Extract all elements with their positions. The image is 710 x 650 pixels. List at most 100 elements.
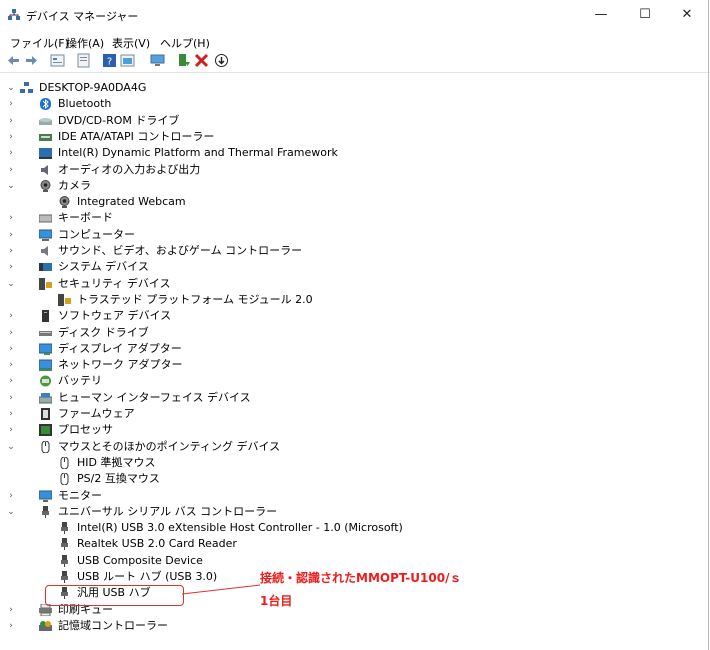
chevron-right-icon[interactable]: › bbox=[6, 145, 16, 161]
usb-icon bbox=[61, 571, 68, 583]
tree-item-label: Intel(R) USB 3.0 eXtensible Host Control… bbox=[77, 521, 403, 535]
chevron-right-icon[interactable]: › bbox=[6, 341, 16, 357]
forward-icon[interactable] bbox=[24, 53, 39, 68]
chevron-right-icon[interactable]: › bbox=[6, 602, 16, 618]
chevron-right-icon[interactable]: › bbox=[6, 325, 16, 341]
usb-icon bbox=[61, 554, 68, 567]
processor-icon bbox=[39, 424, 52, 437]
tree-item-label: PS/2 互換マウス bbox=[77, 472, 160, 486]
view-icon[interactable] bbox=[120, 53, 135, 68]
tree-item-label: DVD/CD-ROM ドライブ bbox=[58, 113, 180, 127]
mouse-icon bbox=[60, 473, 69, 486]
tree-item-label: プロセッサ bbox=[58, 423, 113, 437]
sound-icon bbox=[41, 246, 48, 256]
tree-item-label: Intel(R) Dynamic Platform and Thermal Fr… bbox=[58, 146, 338, 160]
chevron-right-icon[interactable]: › bbox=[6, 210, 16, 226]
chevron-down-icon[interactable]: ⌄ bbox=[6, 504, 16, 520]
tree-item-label: USB ルート ハブ (USB 3.0) bbox=[77, 570, 218, 583]
tree-item-label: ファームウェア bbox=[58, 407, 135, 420]
toolbar: ? bbox=[0, 50, 710, 73]
chevron-right-icon[interactable]: › bbox=[6, 390, 16, 406]
uninstall-icon[interactable] bbox=[194, 53, 209, 68]
tree-item-label: セキュリティ デバイス bbox=[58, 276, 171, 290]
chevron-right-icon[interactable]: › bbox=[6, 243, 16, 259]
tree-item-label: USB Composite Device bbox=[77, 553, 203, 567]
window-title: デバイス マネージャー bbox=[26, 10, 139, 23]
chevron-right-icon[interactable]: › bbox=[6, 422, 16, 438]
chevron-right-icon[interactable]: › bbox=[6, 129, 16, 145]
enable-device-icon[interactable] bbox=[176, 53, 191, 68]
chevron-right-icon[interactable]: › bbox=[6, 373, 16, 389]
minimize-button[interactable]: — bbox=[587, 6, 615, 24]
menu-view[interactable]: 表示(V) bbox=[112, 35, 150, 51]
chevron-right-icon[interactable]: › bbox=[6, 488, 16, 504]
battery-icon bbox=[40, 375, 51, 387]
tree-item-label: Integrated Webcam bbox=[77, 195, 186, 209]
network-adapter-icon bbox=[39, 359, 52, 372]
menu-action[interactable]: 操作(A) bbox=[66, 35, 104, 51]
monitor-scan-icon[interactable] bbox=[150, 53, 165, 68]
chevron-right-icon[interactable]: › bbox=[6, 96, 16, 112]
tpm-icon bbox=[58, 293, 71, 306]
tree-item-label: ディスク ドライブ bbox=[58, 325, 149, 339]
chevron-down-icon[interactable]: ⌄ bbox=[6, 178, 16, 194]
download-icon[interactable] bbox=[214, 53, 229, 68]
device-manager-icon bbox=[8, 9, 20, 20]
tree-item-label: システム デバイス bbox=[58, 260, 149, 274]
chevron-right-icon[interactable]: › bbox=[6, 357, 16, 373]
keyboard-icon bbox=[39, 214, 52, 223]
mouse-icon bbox=[41, 440, 50, 453]
chevron-right-icon[interactable]: › bbox=[6, 227, 16, 243]
tree-item-label: Realtek USB 2.0 Card Reader bbox=[77, 537, 237, 551]
tree-item-label: モニター bbox=[58, 488, 102, 502]
properties-icon[interactable] bbox=[50, 53, 65, 68]
tree-item-label: Bluetooth bbox=[58, 97, 112, 111]
close-button[interactable]: ✕ bbox=[673, 6, 701, 24]
system-device-icon bbox=[39, 263, 52, 272]
update-driver-icon[interactable] bbox=[76, 53, 91, 68]
intel-framework-icon bbox=[39, 148, 52, 160]
tree-item-label: サウンド、ビデオ、およびゲーム コントローラー bbox=[58, 244, 303, 257]
hid-icon bbox=[39, 392, 52, 404]
menu-file[interactable]: ファイル(F) bbox=[10, 35, 69, 51]
chevron-right-icon[interactable]: › bbox=[6, 618, 16, 634]
annotation-text-line2: 1台目 bbox=[260, 594, 293, 608]
camera-icon bbox=[40, 179, 51, 192]
firmware-icon bbox=[41, 408, 50, 420]
chevron-right-icon[interactable]: › bbox=[6, 308, 16, 324]
chevron-right-icon[interactable]: › bbox=[6, 113, 16, 129]
chevron-down-icon[interactable]: ⌄ bbox=[6, 80, 16, 96]
tree-item-label: IDE ATA/ATAPI コントローラー bbox=[58, 129, 215, 143]
tree-item-label: マウスとそのほかのポインティング デバイス bbox=[58, 439, 281, 453]
tree-item-label: ディスプレイ アダプター bbox=[58, 341, 182, 355]
back-icon[interactable] bbox=[6, 53, 21, 68]
tree-item-label: HID 準拠マウス bbox=[77, 455, 156, 469]
menu-bar: ファイル(F) 操作(A) 表示(V) ヘルプ(H) bbox=[0, 30, 710, 50]
window-border bbox=[708, 0, 709, 650]
tree-item-label: ユニバーサル シリアル バス コントローラー bbox=[58, 504, 278, 518]
menu-help[interactable]: ヘルプ(H) bbox=[160, 35, 210, 51]
chevron-down-icon[interactable]: ⌄ bbox=[6, 276, 16, 292]
chevron-right-icon[interactable]: › bbox=[6, 259, 16, 275]
disk-drive-icon bbox=[39, 330, 52, 336]
usb-icon bbox=[42, 505, 49, 518]
bluetooth-icon bbox=[40, 98, 51, 111]
title-bar: デバイス マネージャー — ☐ ✕ bbox=[0, 0, 710, 30]
audio-icon bbox=[41, 164, 48, 175]
chevron-down-icon[interactable]: ⌄ bbox=[6, 439, 16, 455]
tree-item-label: ソフトウェア デバイス bbox=[58, 309, 172, 323]
help-icon[interactable]: ? bbox=[102, 53, 117, 68]
storage-controller-icon bbox=[39, 620, 52, 631]
monitor-icon bbox=[39, 490, 52, 502]
mouse-icon bbox=[60, 456, 69, 469]
display-adapter-icon bbox=[39, 343, 52, 355]
chevron-right-icon[interactable]: › bbox=[6, 406, 16, 422]
tree-item-label: コンピューター bbox=[58, 227, 135, 241]
maximize-button[interactable]: ☐ bbox=[631, 6, 659, 24]
security-device-icon bbox=[39, 277, 52, 290]
webcam-icon bbox=[59, 196, 70, 209]
chevron-right-icon[interactable]: › bbox=[6, 162, 16, 178]
tree-item-label: カメラ bbox=[58, 178, 91, 192]
usb-icon bbox=[61, 522, 68, 535]
tree-item-label: キーボード bbox=[58, 211, 113, 225]
